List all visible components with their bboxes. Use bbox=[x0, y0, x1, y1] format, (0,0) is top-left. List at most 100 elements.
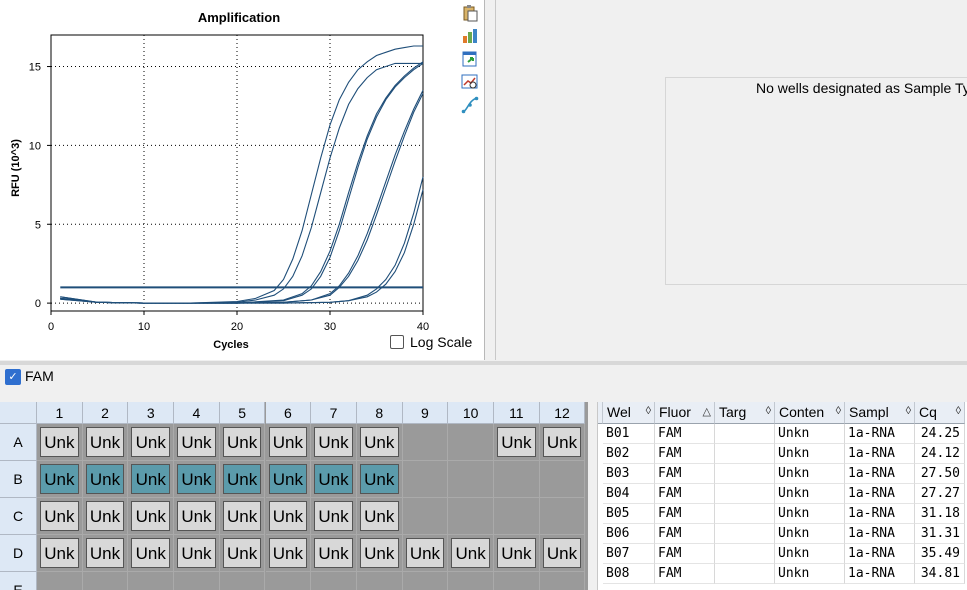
plate-cell[interactable]: Unk bbox=[128, 535, 175, 572]
plate-cell[interactable]: Unk bbox=[265, 535, 312, 572]
table-cell[interactable]: B03 bbox=[603, 464, 655, 484]
table-cell[interactable]: FAM bbox=[655, 504, 715, 524]
plate-cell[interactable]: Unk bbox=[448, 535, 494, 572]
table-cell[interactable]: Unkn bbox=[775, 524, 845, 544]
table-cell[interactable]: B05 bbox=[603, 504, 655, 524]
plate-column-header[interactable]: 10 bbox=[448, 402, 494, 424]
plate-well-A12[interactable]: Unk bbox=[542, 427, 582, 457]
plate-cell[interactable]: Unk bbox=[311, 461, 357, 498]
table-cell[interactable]: FAM bbox=[655, 424, 715, 444]
table-cell[interactable] bbox=[715, 544, 775, 564]
plate-well-D8[interactable]: Unk bbox=[359, 538, 399, 568]
sort-icon[interactable]: ◊ bbox=[956, 405, 961, 417]
plate-cell[interactable] bbox=[311, 572, 357, 590]
table-cell[interactable]: FAM bbox=[655, 484, 715, 504]
export-icon[interactable] bbox=[461, 27, 479, 45]
plate-cell[interactable]: Unk bbox=[128, 498, 175, 535]
plate-cell[interactable] bbox=[174, 572, 220, 590]
plate-well-B3[interactable]: Unk bbox=[131, 464, 171, 494]
plate-column-header[interactable]: 3 bbox=[128, 402, 175, 424]
table-cell[interactable]: B07 bbox=[603, 544, 655, 564]
plate-column-header[interactable]: 7 bbox=[311, 402, 357, 424]
plate-well-D6[interactable]: Unk bbox=[268, 538, 308, 568]
plate-well-B2[interactable]: Unk bbox=[85, 464, 125, 494]
table-cell[interactable]: B01 bbox=[603, 424, 655, 444]
plate-cell[interactable] bbox=[265, 572, 312, 590]
plate-well-A7[interactable]: Unk bbox=[314, 427, 353, 457]
plate-cell[interactable] bbox=[448, 461, 494, 498]
plate-cell[interactable] bbox=[539, 461, 586, 498]
plate-cell[interactable]: Unk bbox=[219, 535, 266, 572]
plate-well-A5[interactable]: Unk bbox=[222, 427, 262, 457]
table-header-wel[interactable]: Wel ◊ bbox=[603, 402, 655, 424]
plate-well-D12[interactable]: Unk bbox=[542, 538, 582, 568]
plate-cell[interactable] bbox=[448, 572, 494, 590]
plate-cell[interactable] bbox=[356, 572, 403, 590]
plate-cell[interactable]: Unk bbox=[174, 535, 220, 572]
table-cell[interactable]: Unkn bbox=[775, 504, 845, 524]
plate-column-header[interactable]: 2 bbox=[82, 402, 129, 424]
plate-cell[interactable] bbox=[402, 461, 449, 498]
plate-cell[interactable]: Unk bbox=[265, 461, 312, 498]
plate-cell[interactable]: Unk bbox=[494, 424, 540, 461]
table-cell[interactable] bbox=[715, 504, 775, 524]
plate-cell[interactable]: Unk bbox=[356, 535, 403, 572]
plate-cell[interactable]: Unk bbox=[356, 461, 403, 498]
plate-cell[interactable]: Unk bbox=[37, 498, 83, 535]
copy-icon[interactable] bbox=[461, 4, 479, 22]
table-header-conten[interactable]: Conten ◊ bbox=[775, 402, 845, 424]
table-cell[interactable]: FAM bbox=[655, 524, 715, 544]
table-cell[interactable]: Unkn bbox=[775, 544, 845, 564]
table-cell[interactable]: 24.25 bbox=[915, 424, 965, 444]
plate-row-header[interactable]: B bbox=[0, 461, 37, 498]
plate-cell[interactable]: Unk bbox=[219, 498, 266, 535]
plate-well-D1[interactable]: Unk bbox=[40, 538, 79, 568]
plate-well-D4[interactable]: Unk bbox=[177, 538, 216, 568]
table-cell[interactable]: 1a-RNA bbox=[845, 544, 915, 564]
plate-well-D7[interactable]: Unk bbox=[314, 538, 353, 568]
plate-well-B4[interactable]: Unk bbox=[177, 464, 216, 494]
table-cell[interactable]: B08 bbox=[603, 564, 655, 584]
log-scale-checkbox[interactable] bbox=[390, 335, 404, 349]
table-cell[interactable]: FAM bbox=[655, 444, 715, 464]
plate-column-header[interactable]: 4 bbox=[174, 402, 220, 424]
plate-cell[interactable] bbox=[494, 461, 540, 498]
plate-cell[interactable]: Unk bbox=[82, 461, 129, 498]
plate-table-splitter[interactable] bbox=[588, 402, 594, 590]
table-cell[interactable] bbox=[715, 464, 775, 484]
plate-cell[interactable] bbox=[219, 572, 266, 590]
plate-well-A2[interactable]: Unk bbox=[85, 427, 125, 457]
table-cell[interactable] bbox=[715, 524, 775, 544]
plate-well-D11[interactable]: Unk bbox=[497, 538, 536, 568]
plate-well-A4[interactable]: Unk bbox=[177, 427, 216, 457]
plate-well-C8[interactable]: Unk bbox=[359, 501, 399, 531]
table-header-cq[interactable]: Cq ◊ bbox=[915, 402, 965, 424]
table-cell[interactable]: 1a-RNA bbox=[845, 444, 915, 464]
plate-well-C4[interactable]: Unk bbox=[177, 501, 216, 531]
refresh-icon[interactable] bbox=[461, 50, 479, 68]
table-cell[interactable]: 1a-RNA bbox=[845, 424, 915, 444]
table-cell[interactable]: 27.50 bbox=[915, 464, 965, 484]
plate-cell[interactable]: Unk bbox=[174, 498, 220, 535]
plate-well-B7[interactable]: Unk bbox=[314, 464, 353, 494]
table-cell[interactable]: 1a-RNA bbox=[845, 464, 915, 484]
plate-cell[interactable]: Unk bbox=[174, 461, 220, 498]
plate-cell[interactable] bbox=[448, 498, 494, 535]
table-cell[interactable]: 1a-RNA bbox=[845, 524, 915, 544]
plate-column-header[interactable]: 11 bbox=[494, 402, 540, 424]
table-cell[interactable] bbox=[715, 444, 775, 464]
plate-cell[interactable]: Unk bbox=[311, 424, 357, 461]
plate-cell[interactable]: Unk bbox=[265, 498, 312, 535]
plate-cell[interactable]: Unk bbox=[37, 535, 83, 572]
plate-cell[interactable] bbox=[539, 572, 586, 590]
plate-well-C7[interactable]: Unk bbox=[314, 501, 353, 531]
table-cell[interactable]: Unkn bbox=[775, 444, 845, 464]
sort-icon[interactable]: ◊ bbox=[906, 405, 911, 417]
table-cell[interactable]: Unkn bbox=[775, 464, 845, 484]
plate-cell[interactable]: Unk bbox=[356, 498, 403, 535]
plate-cell[interactable]: Unk bbox=[311, 535, 357, 572]
table-cell[interactable] bbox=[715, 424, 775, 444]
zoom-chart-icon[interactable] bbox=[461, 73, 479, 91]
curve-settings-icon[interactable] bbox=[461, 96, 479, 114]
fam-checkbox[interactable]: ✓ bbox=[5, 369, 21, 385]
